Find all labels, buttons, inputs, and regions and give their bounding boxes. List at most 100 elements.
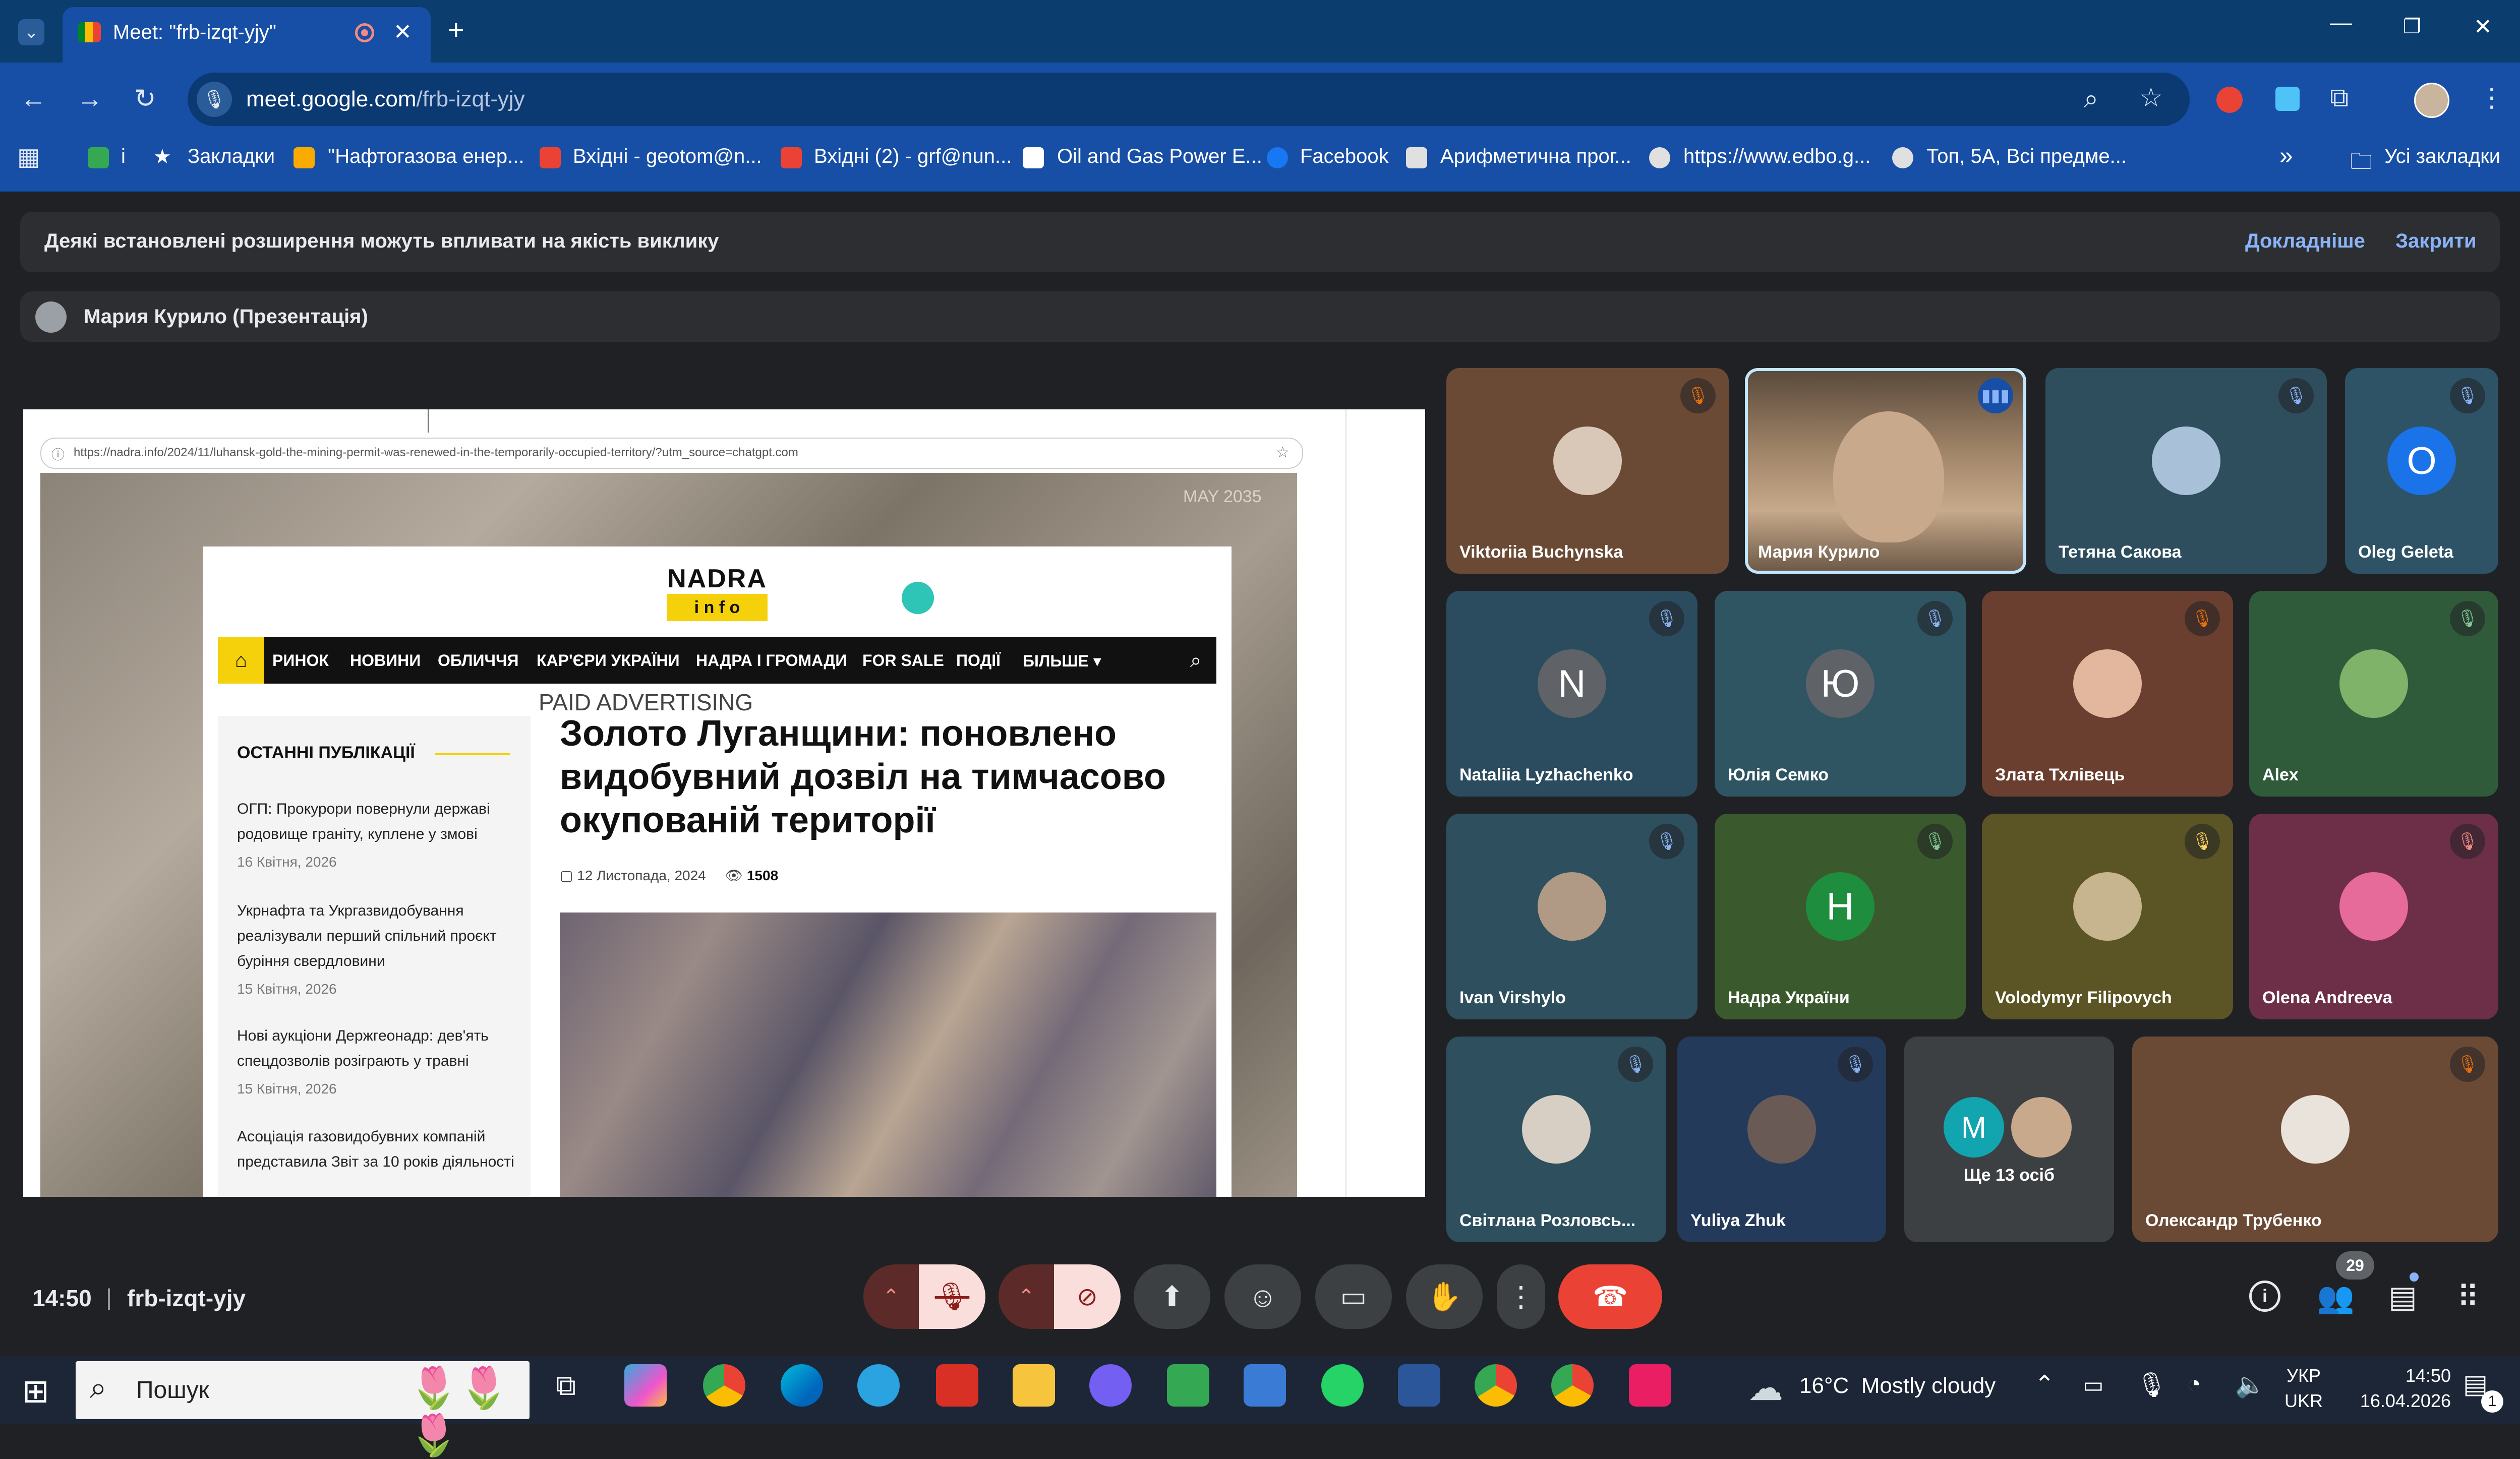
word-icon[interactable] xyxy=(1398,1364,1440,1407)
more-bookmarks[interactable]: » xyxy=(2279,142,2293,170)
bookmark-star-icon[interactable]: ☆ xyxy=(2139,85,2163,111)
chrome-icon[interactable] xyxy=(703,1364,745,1407)
present-icon: ⬆ xyxy=(1160,1281,1184,1312)
meeting-info-icon[interactable]: i xyxy=(2249,1281,2280,1312)
participant-name: Ще 13 осіб xyxy=(1964,1166,2055,1185)
bookmark-2[interactable]: Закладки xyxy=(188,145,275,168)
bookmark-1[interactable]: i xyxy=(121,145,126,168)
mic-off-icon: 🎙 xyxy=(934,1281,970,1312)
new-tab-button[interactable]: + xyxy=(448,13,464,46)
url-host: meet.google.com xyxy=(246,87,417,111)
file-explorer-icon[interactable] xyxy=(1013,1364,1055,1407)
close-window-icon[interactable]: ✕ xyxy=(2474,14,2492,40)
learn-more-link[interactable]: Докладніше xyxy=(2245,230,2365,253)
bookmark-5[interactable]: Вхідні (2) - grf@nun... xyxy=(814,145,1012,168)
reload-icon[interactable]: ↻ xyxy=(134,86,156,112)
participant-tile[interactable]: Alex 🎙 xyxy=(2249,591,2498,797)
browser-menu-icon[interactable]: ⋮ xyxy=(2479,85,2505,111)
close-warning-link[interactable]: Закрити xyxy=(2395,230,2477,253)
taskbar-search[interactable]: ⌕ Пошук 🌷🌷🌷 xyxy=(76,1361,530,1457)
bookmark-8[interactable]: Арифметична прог... xyxy=(1440,145,1631,168)
site-info-icon[interactable]: 🎙 xyxy=(197,82,232,117)
restore-icon[interactable]: ❐ xyxy=(2403,15,2421,38)
bookmark-3[interactable]: "Нафтогазова енер... xyxy=(328,145,524,168)
mic-muted-icon: 🎙 xyxy=(1680,378,1716,413)
more-options-button[interactable]: ⋮ xyxy=(1497,1264,1545,1329)
participant-tile[interactable]: Volodymyr Filipovych 🎙 xyxy=(1982,814,2233,1019)
chat-icon[interactable]: ▤ xyxy=(2388,1280,2417,1315)
profile-avatar[interactable] xyxy=(2414,83,2449,118)
camera-toggle-button[interactable]: ⊘ xyxy=(1054,1264,1121,1329)
participant-name: Alex xyxy=(2262,765,2299,784)
participant-tile[interactable]: Yuliya Zhuk 🎙 xyxy=(1677,1037,1886,1242)
bookmark-6[interactable]: Oil and Gas Power E... xyxy=(1057,145,1262,168)
participant-tile[interactable]: Тетяна Сакова 🎙 xyxy=(2045,368,2327,574)
screen-url-lock-icon: ⓘ xyxy=(51,447,65,462)
all-bookmarks[interactable]: Усі закладки xyxy=(2384,145,2500,168)
tray-chevron-icon[interactable]: ⌃ xyxy=(2034,1370,2055,1399)
participant-tile[interactable]: Світлана Розловсь... 🎙 xyxy=(1446,1037,1666,1242)
participant-tile[interactable]: Мария Курило ▮▮▮ xyxy=(1745,368,2026,574)
task-view-icon[interactable]: ⧉ xyxy=(545,1364,587,1407)
mic-toggle-button[interactable]: 🎙 xyxy=(919,1264,985,1329)
audio-options-button[interactable]: ⌃ xyxy=(863,1264,919,1329)
mic-muted-icon: 🎙 xyxy=(1838,1047,1873,1082)
camera-app-icon[interactable] xyxy=(1629,1364,1671,1407)
participant-tile[interactable]: Ю Юлія Семко 🎙 xyxy=(1715,591,1966,797)
gmail-icon-2 xyxy=(781,147,802,168)
extension-icon-red[interactable] xyxy=(2216,87,2243,113)
tab-search-button[interactable]: ⌄ xyxy=(18,19,44,45)
chat-app-icon[interactable] xyxy=(1167,1364,1209,1407)
address-bar[interactable]: 🎙 meet.google.com/frb-izqt-yjy ⌕ ☆ xyxy=(188,73,2190,126)
extension-icon-blue[interactable] xyxy=(2275,87,2300,111)
forward-icon[interactable]: → xyxy=(77,86,103,112)
bookmark-7[interactable]: Facebook xyxy=(1300,145,1389,168)
participant-tile[interactable]: O Oleg Geleta 🎙 xyxy=(2345,368,2498,574)
captions-button[interactable]: ▭ xyxy=(1315,1264,1392,1329)
participant-tile[interactable]: H Надра України 🎙 xyxy=(1715,814,1966,1019)
participant-tile[interactable]: Злата Тхлівець 🎙 xyxy=(1982,591,2233,797)
viber-icon[interactable] xyxy=(1089,1364,1132,1407)
bookmark-10[interactable]: Топ, 5А, Всі предме... xyxy=(1926,145,2127,168)
whatsapp-icon[interactable] xyxy=(1321,1364,1364,1407)
people-icon[interactable]: 👥 xyxy=(2317,1280,2355,1315)
clock[interactable]: 14:50 16.04.2026 xyxy=(2330,1363,2451,1414)
bookmark-icon-6 xyxy=(1023,147,1044,168)
activities-icon[interactable]: ⠿ xyxy=(2457,1280,2479,1315)
active-tab[interactable]: Meet: "frb-izqt-yjy" ✕ xyxy=(63,7,431,63)
participant-tile[interactable]: M Ще 13 осіб xyxy=(1904,1037,2114,1242)
participant-tile[interactable]: Ivan Virshylo 🎙 xyxy=(1446,814,1697,1019)
post-title: ОГП: Прокурори повернули державі родовищ… xyxy=(237,801,490,842)
telegram-icon[interactable] xyxy=(857,1364,900,1407)
back-icon[interactable]: ← xyxy=(20,86,46,112)
video-options-button[interactable]: ⌃ xyxy=(999,1264,1054,1329)
apps-grid-icon[interactable]: ▦ xyxy=(17,145,40,169)
chrome-profile-icon-2[interactable] xyxy=(1551,1364,1594,1407)
participant-name: Злата Тхлівець xyxy=(1995,765,2125,784)
raise-hand-button[interactable]: ✋ xyxy=(1406,1264,1483,1329)
edge-icon[interactable] xyxy=(781,1364,823,1407)
minimize-icon[interactable]: — xyxy=(2330,10,2352,35)
participant-tile[interactable]: N Nataliia Lyzhachenko 🎙 xyxy=(1446,591,1697,797)
save-app-icon[interactable] xyxy=(1244,1364,1286,1407)
bookmark-4[interactable]: Вхідні - geotom@n... xyxy=(573,145,762,168)
start-button[interactable]: ⊞ xyxy=(22,1372,49,1410)
leave-call-button[interactable]: ☎ xyxy=(1558,1264,1662,1329)
language-indicator[interactable]: УКР UKR xyxy=(2284,1363,2323,1414)
corner-text: MAY 2035 xyxy=(1183,487,1262,506)
bookmark-9[interactable]: https://www.edbo.g... xyxy=(1683,145,1870,168)
copilot-icon[interactable] xyxy=(624,1364,667,1407)
participant-tile[interactable]: Viktoriia Buchynska 🎙 xyxy=(1446,368,1729,574)
screen-url: https://nadra.info/2024/11/luhansk-gold-… xyxy=(74,446,798,459)
pdf-icon[interactable] xyxy=(936,1364,978,1407)
chrome-profile-icon[interactable] xyxy=(1475,1364,1517,1407)
bookmark-icon-3 xyxy=(294,147,315,168)
present-screen-button[interactable]: ⬆ xyxy=(1134,1264,1210,1329)
participant-tile[interactable]: Олександр Трубенко 🎙 xyxy=(2132,1037,2498,1242)
reactions-button[interactable]: ☺ xyxy=(1224,1264,1301,1329)
participant-tile[interactable]: Olena Andreeva 🎙 xyxy=(2249,814,2498,1019)
close-tab-icon[interactable]: ✕ xyxy=(393,19,412,45)
weather-text[interactable]: 16°C Mostly cloudy xyxy=(1799,1373,1996,1399)
zoom-icon[interactable]: ⌕ xyxy=(2084,86,2098,112)
extensions-puzzle-icon[interactable]: ⧉ xyxy=(2330,85,2349,111)
